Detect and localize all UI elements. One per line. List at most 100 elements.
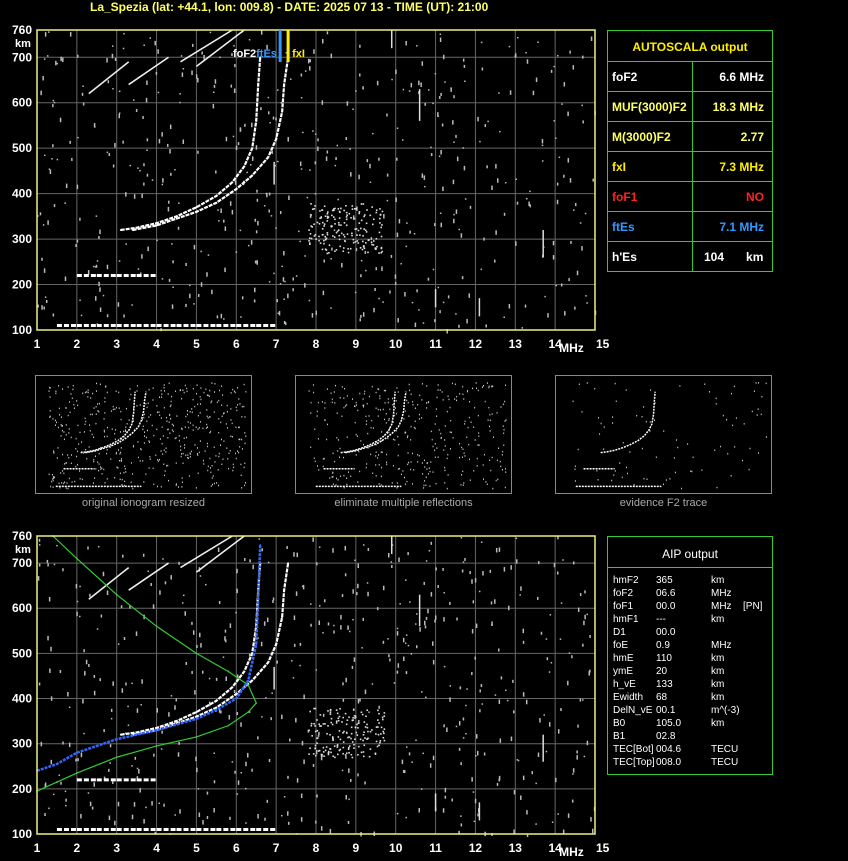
thumb-noise <box>226 427 228 429</box>
thumb-noise <box>232 469 234 472</box>
noise-dot <box>455 725 458 728</box>
thumb-noise <box>350 475 352 478</box>
thumb-noise <box>757 408 759 410</box>
y-axis-label: km <box>15 38 31 50</box>
noise-dot <box>233 45 235 47</box>
noise-dot <box>437 584 439 588</box>
noise-dot <box>151 179 154 181</box>
noise-dot <box>481 67 484 71</box>
noise-dot <box>123 637 126 641</box>
noise-dot <box>406 222 408 224</box>
thumb-noise <box>414 427 416 430</box>
thumb-noise <box>76 455 78 458</box>
thumb-noise <box>430 461 432 463</box>
thumb-noise <box>490 469 492 472</box>
data-point <box>175 720 178 723</box>
noise-dot <box>366 582 369 584</box>
noise-dot <box>257 814 259 819</box>
thumb-noise <box>219 444 221 447</box>
noise-dot <box>407 552 409 556</box>
thumb-noise <box>503 428 505 431</box>
thumb-noise <box>195 426 197 428</box>
thumb-trace <box>85 391 147 454</box>
thumb-noise <box>137 456 139 459</box>
noise-dot <box>572 65 575 70</box>
noise-dot <box>396 812 399 815</box>
noise-dot <box>83 649 85 653</box>
noise-cluster-dot <box>308 753 310 755</box>
thumb-noise <box>55 392 57 395</box>
thumb-noise <box>450 431 452 434</box>
thumb-noise <box>100 466 102 468</box>
noise-dot <box>43 306 45 310</box>
thumb-noise <box>426 407 428 409</box>
thumb-noise <box>171 429 173 431</box>
thumb-noise <box>220 438 222 441</box>
noise-dot <box>223 318 225 320</box>
noise-dot <box>118 90 121 93</box>
noise-dot <box>526 59 529 64</box>
noise-dot <box>254 218 257 222</box>
noise-dot <box>312 763 315 767</box>
noise-cluster-dot <box>336 230 339 233</box>
thumb-noise <box>144 435 146 437</box>
noise-dot <box>249 559 251 563</box>
data-point <box>247 679 250 682</box>
noise-dot <box>561 103 563 105</box>
noise-cluster-dot <box>329 713 332 716</box>
noise-dot <box>438 155 441 158</box>
thumb-noise <box>68 428 70 430</box>
noise-dot <box>156 239 158 242</box>
noise-dot <box>517 759 520 762</box>
thumb-noise <box>187 421 189 423</box>
thumb-noise <box>123 471 125 474</box>
noise-dot <box>311 313 314 318</box>
noise-cluster-dot <box>311 208 314 211</box>
thumb-noise <box>160 485 162 488</box>
noise-dot <box>480 541 483 544</box>
noise-dot <box>67 691 69 697</box>
data-point <box>235 188 238 190</box>
thumb-noise <box>397 468 399 470</box>
thumb-noise <box>188 475 190 477</box>
noise-dot <box>405 40 407 46</box>
noise-dot <box>140 703 142 706</box>
noise-dot <box>87 546 89 550</box>
thumb-noise <box>395 400 397 402</box>
thumb-noise <box>179 389 181 392</box>
thumb-noise <box>60 424 62 426</box>
thumb-noise <box>459 456 461 459</box>
noise-dot <box>462 737 465 739</box>
thumb-noise <box>170 400 172 403</box>
noise-dot <box>275 117 277 121</box>
noise-dot <box>376 80 379 86</box>
thumb-noise <box>483 384 485 387</box>
thumb-noise <box>103 468 105 471</box>
noise-dot <box>528 201 530 207</box>
thumb-noise <box>191 411 193 414</box>
noise-cluster-dot <box>356 240 359 242</box>
thumb-noise <box>462 484 464 486</box>
thumb-noise <box>478 432 480 434</box>
noise-dot <box>56 62 59 65</box>
noise-dot <box>327 622 330 626</box>
noise-dot <box>458 747 461 751</box>
noise-dot <box>348 630 351 633</box>
noise-dot <box>498 699 501 704</box>
noise-dot <box>315 820 317 824</box>
noise-cluster-dot <box>375 733 377 735</box>
thumb-noise <box>237 404 239 406</box>
noise-cluster-dot <box>350 753 353 756</box>
noise-dot <box>319 605 321 607</box>
noise-dot <box>133 802 136 807</box>
thumb-noise <box>172 430 174 433</box>
noise-dot <box>508 605 510 611</box>
noise-cluster-dot <box>308 240 310 242</box>
noise-dot <box>300 793 303 799</box>
noise-dot <box>152 604 155 609</box>
noise-dot <box>411 301 414 304</box>
noise-dot <box>397 317 399 323</box>
thumb-noise <box>142 460 144 462</box>
noise-dot <box>153 753 155 757</box>
noise-dot <box>495 230 497 235</box>
